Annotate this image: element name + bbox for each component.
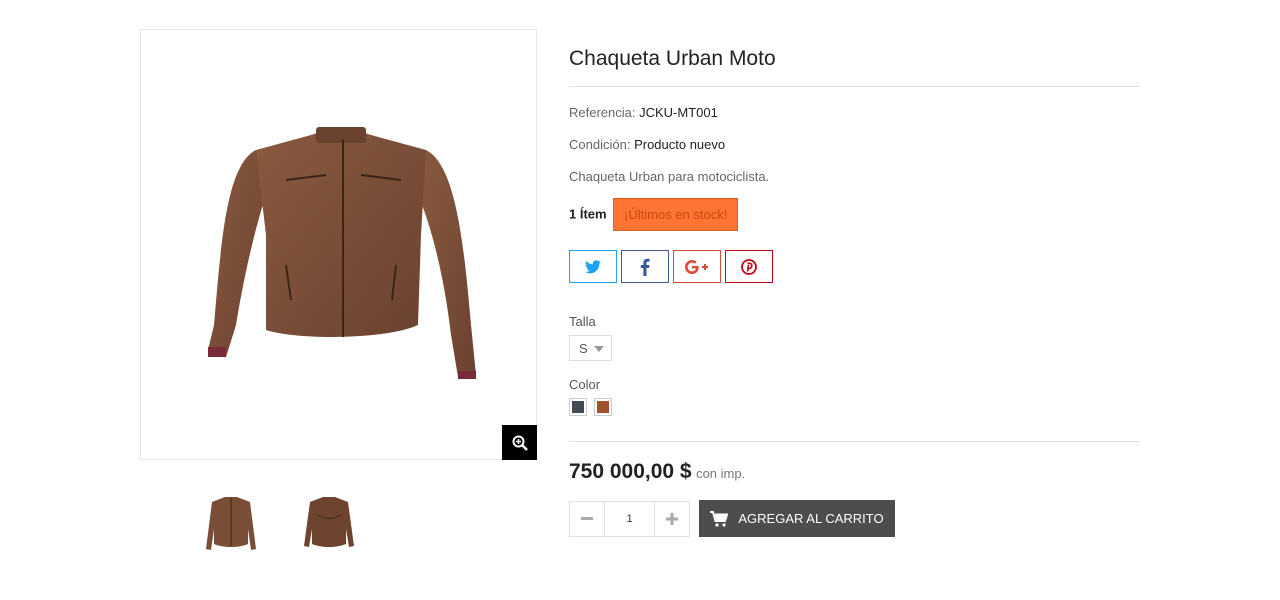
product-price: 750 000,00 $: [569, 460, 692, 483]
color-swatch-gray[interactable]: [569, 398, 587, 416]
facebook-icon: [640, 258, 650, 276]
size-selected-value: S: [579, 340, 588, 356]
add-to-cart-label: AGREGAR AL CARRITO: [738, 511, 884, 526]
price-row: 750 000,00 $ con imp.: [569, 460, 1140, 484]
share-google-plus-button[interactable]: [673, 250, 721, 283]
reference-row: Referencia: JCKU-MT001: [569, 105, 1140, 120]
share-twitter-button[interactable]: [569, 250, 617, 283]
shopping-cart-icon: [710, 510, 729, 527]
thumbnail-front[interactable]: [195, 492, 267, 558]
quantity-text: 1 Ítem: [569, 206, 607, 222]
product-main-image[interactable]: [140, 29, 537, 460]
jacket-front-thumbnail: [206, 497, 256, 550]
size-label: Talla: [569, 314, 596, 329]
stock-row: 1 Ítem ¡Últimos en stock!: [569, 198, 1140, 231]
condition-value: Producto nuevo: [634, 137, 726, 152]
decrease-quantity-button[interactable]: [570, 502, 604, 536]
chevron-down-icon: [594, 346, 604, 352]
condition-row: Condición: Producto nuevo: [569, 137, 1140, 152]
product-info: Chaqueta Urban Moto Referencia: JCKU-MT0…: [569, 44, 1140, 537]
add-to-cart-row: AGREGAR AL CARRITO: [569, 500, 1140, 537]
share-facebook-button[interactable]: [621, 250, 669, 283]
divider: [569, 86, 1140, 87]
reference-label: Referencia:: [569, 105, 636, 120]
twitter-icon: [585, 259, 601, 273]
color-swatch-brown[interactable]: [594, 398, 613, 416]
plus-icon: [666, 512, 678, 525]
color-swatches: [569, 398, 1140, 421]
jacket-image: [208, 127, 476, 379]
zoom-icon: [512, 435, 528, 451]
zoom-button[interactable]: [502, 425, 537, 460]
google-plus-icon: [685, 259, 708, 274]
stock-badge: ¡Últimos en stock!: [613, 198, 739, 231]
share-buttons: [569, 250, 1140, 283]
pinterest-icon: [741, 258, 757, 275]
condition-label: Condición:: [569, 137, 631, 152]
add-to-cart-button[interactable]: AGREGAR AL CARRITO: [699, 500, 895, 537]
price-tax-note: con imp.: [696, 466, 746, 481]
thumbnail-list: [195, 492, 365, 558]
jacket-back-thumbnail: [304, 497, 354, 547]
increase-quantity-button[interactable]: [655, 502, 689, 536]
product-title: Chaqueta Urban Moto: [569, 47, 776, 70]
thumbnail-back[interactable]: [293, 492, 365, 558]
color-label: Color: [569, 377, 601, 392]
share-pinterest-button[interactable]: [725, 250, 773, 283]
reference-value: JCKU-MT001: [639, 105, 718, 120]
minus-icon: [581, 516, 593, 520]
quantity-input[interactable]: [604, 501, 655, 536]
divider: [569, 441, 1140, 442]
quantity-stepper: [569, 500, 690, 537]
short-description: Chaqueta Urban para motociclista.: [569, 169, 770, 184]
size-select[interactable]: S: [569, 335, 612, 361]
